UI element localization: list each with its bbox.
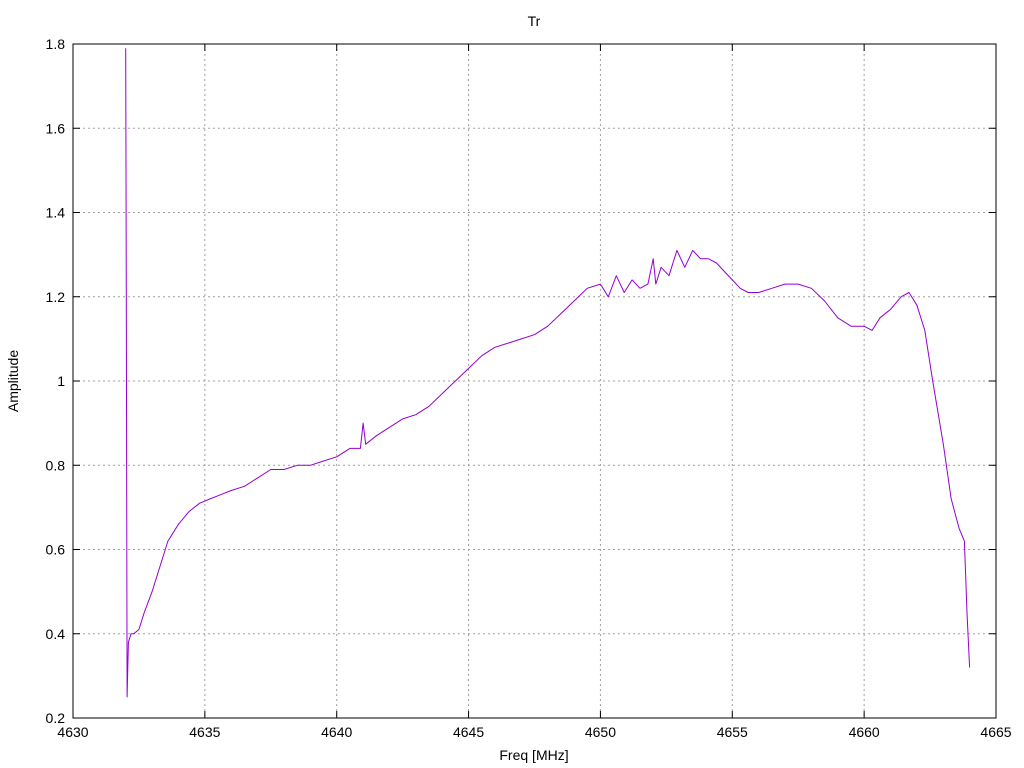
x-tick-label: 4640	[321, 724, 352, 740]
y-tick-label: 1.2	[46, 289, 66, 305]
y-tick-label: 0.6	[46, 542, 66, 558]
y-tick-label: 0.2	[46, 710, 66, 726]
y-axis-title: Amplitude	[5, 350, 21, 412]
y-tick-label: 1.6	[46, 120, 66, 136]
x-tick-label: 4650	[585, 724, 616, 740]
y-tick-label: 0.8	[46, 457, 66, 473]
chart: 4630 4635 4640 4645 4650 4655 4660 4665 0.2 0.4 0.…	[0, 0, 1024, 768]
y-tick-label: 0.4	[46, 626, 66, 642]
chart-background	[0, 0, 1024, 768]
x-tick-label: 4665	[980, 724, 1011, 740]
x-tick-label: 4660	[849, 724, 880, 740]
x-tick-label: 4655	[717, 724, 748, 740]
y-tick-label: 1.4	[46, 205, 66, 221]
x-tick-label: 4630	[57, 724, 88, 740]
y-tick-label: 1.8	[46, 36, 66, 52]
y-tick-label: 1	[57, 373, 65, 389]
x-tick-label: 4645	[453, 724, 484, 740]
chart-title: Tr	[528, 13, 541, 29]
x-axis-title: Freq [MHz]	[499, 747, 568, 763]
x-tick-label: 4635	[189, 724, 220, 740]
